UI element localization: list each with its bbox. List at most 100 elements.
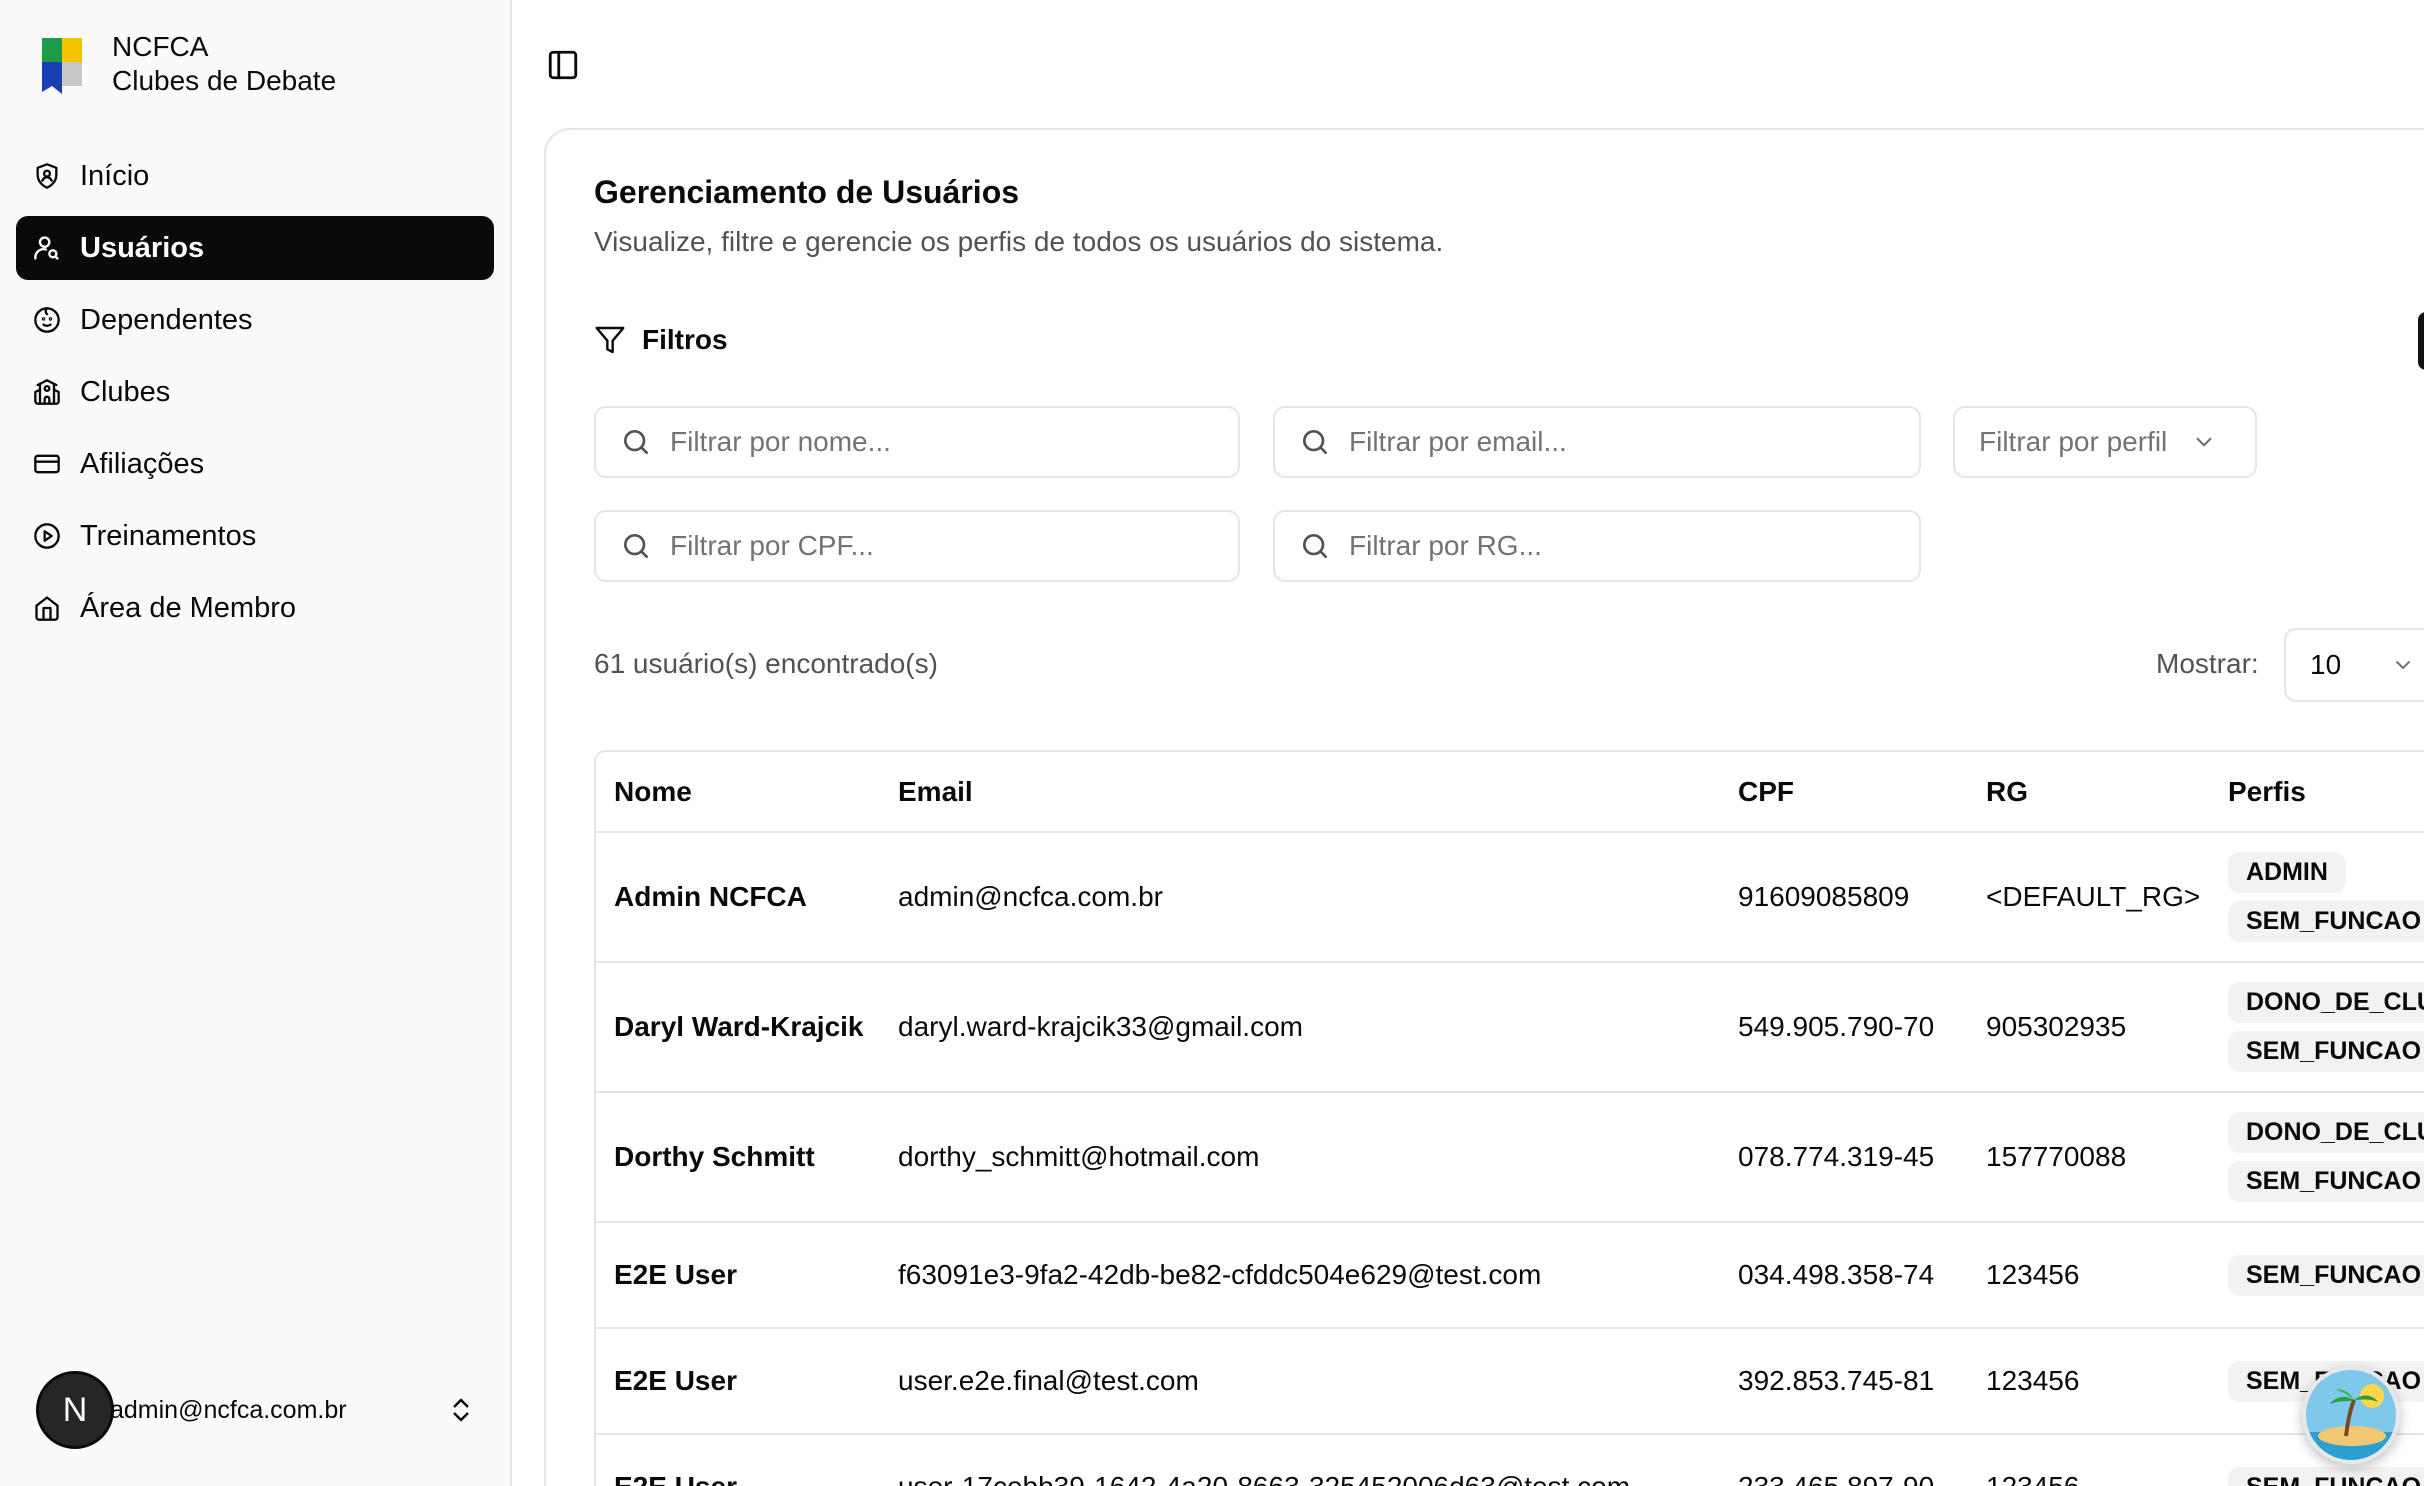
ncfca-logo-icon [42,38,82,94]
play-circle-icon [32,521,62,551]
chevrons-up-down-icon [453,1398,469,1422]
user-email: admin@ncfca.com.br [110,1395,347,1424]
shield-icon [32,161,62,191]
sidebar: NCFCA Clubes de Debate Início Usuários D… [0,0,512,1486]
name-filter-field[interactable] [594,406,1240,478]
sidebar-item-afiliacoes[interactable]: Afiliações [16,432,494,496]
profile-badge: DONO_DE_CLUBE [2228,1112,2424,1153]
cell-cpf: 392.853.745-81 [1720,1328,1968,1435]
column-header-cpf[interactable]: CPF [1720,752,1968,833]
brand-title: NCFCA [112,31,209,62]
profile-badge: SEM_FUNCAO [2228,1161,2424,1202]
cell-profiles: DONO_DE_CLUBE SEM_FUNCAO [2210,1092,2424,1223]
profile-badge: SEM_FUNCAO [2228,1254,2424,1296]
sidebar-item-dependentes[interactable]: Dependentes [16,288,494,352]
cell-rg: 123456 [1968,1222,2210,1329]
profile-badge: DONO_DE_CLUBE [2228,982,2424,1023]
cell-profiles: DONO_DE_CLUBE SEM_FUNCAO [2210,962,2424,1093]
cell-name: Daryl Ward-Krajcik [596,962,880,1093]
filter-icon [595,326,625,354]
cpf-filter-input[interactable] [670,530,1238,562]
cell-name: E2E User [596,1328,880,1435]
sidebar-item-area-de-membro[interactable]: Área de Membro [16,576,494,640]
sidebar-item-usuarios[interactable]: Usuários [16,216,494,280]
page-size-value: 10 [2310,649,2342,680]
cell-rg: 123456 [1968,1434,2210,1486]
profile-badge: SEM_FUNCAO [2228,1031,2424,1072]
chevron-down-icon [2396,661,2411,669]
table-row[interactable]: E2E User user-17cebb39-1642-4a20-8663-32… [596,1434,2424,1486]
user-search-icon [32,233,62,263]
column-header-rg[interactable]: RG [1968,752,2210,833]
brand-subtitle: Clubes de Debate [112,65,337,96]
sidebar-item-clubes[interactable]: Clubes [16,360,494,424]
cell-email: dorthy_schmitt@hotmail.com [880,1092,1720,1223]
table-row[interactable]: Admin NCFCA admin@ncfca.com.br 916090858… [596,832,2424,963]
profile-badge: SEM_FUNCAO [2228,1466,2424,1486]
cell-rg: 905302935 [1968,962,2210,1093]
cell-name: E2E User [596,1434,880,1486]
avatar: N [36,1371,114,1449]
app-root: NCFCA Clubes de Debate Início Usuários D… [0,0,2424,1486]
column-header-name[interactable]: Nome [596,752,880,833]
search-icon [624,430,648,454]
sidebar-nav: Início Usuários Dependentes Clubes Afili… [16,144,494,648]
cell-cpf: 078.774.319-45 [1720,1092,1968,1223]
user-menu[interactable]: N admin@ncfca.com.br [36,1370,476,1450]
sidebar-item-inicio[interactable]: Início [16,144,494,208]
page-description: Visualize, filtre e gerencie os perfis d… [594,226,1444,257]
profile-filter-value: Filtrar por perfil [1979,426,2168,457]
cell-email: user-17cebb39-1642-4a20-8663-325452006d6… [880,1434,1720,1486]
table-header-row: Nome Email CPF RG Perfis [596,752,2424,833]
table-row[interactable]: Dorthy Schmitt dorthy_schmitt@hotmail.co… [596,1092,2424,1223]
column-header-profiles[interactable]: Perfis [2210,752,2424,833]
profile-filter-select[interactable]: Filtrar por perfil [1953,406,2257,478]
filters-heading-label: Filtros [642,324,728,355]
table-row[interactable]: E2E User f63091e3-9fa2-42db-be82-cfddc50… [596,1222,2424,1329]
email-filter-field[interactable] [1273,406,1921,478]
baby-face-icon [32,305,62,335]
profile-badge: SEM_FUNCAO [2228,901,2424,942]
credit-card-icon [32,449,62,479]
cell-cpf: 034.498.358-74 [1720,1222,1968,1329]
rg-filter-field[interactable] [1273,510,1921,582]
sidebar-item-label: Clubes [80,375,171,408]
cell-email: daryl.ward-krajcik33@gmail.com [880,962,1720,1093]
page-size-select[interactable]: 10 [2284,628,2424,702]
cell-name: E2E User [596,1222,880,1329]
table-row[interactable]: Daryl Ward-Krajcik daryl.ward-krajcik33@… [596,962,2424,1093]
search-icon [1303,534,1327,558]
profile-badge: ADMIN [2228,852,2346,893]
results-count: 61 usuário(s) encontrado(s) [594,648,938,679]
cell-email: user.e2e.final@test.com [880,1328,1720,1435]
name-filter-input[interactable] [670,426,1238,458]
table-row[interactable]: E2E User user.e2e.final@test.com 392.853… [596,1328,2424,1435]
chevron-down-icon [2196,437,2212,447]
cell-email: admin@ncfca.com.br [880,832,1720,963]
users-table: Nome Email CPF RG Perfis Admin NCFCA adm… [594,750,2424,1486]
rg-filter-input[interactable] [1349,530,1919,562]
search-icon [1303,430,1327,454]
edge-tab[interactable] [2418,312,2424,370]
filters-heading: Filtros [594,324,728,356]
cell-name: Admin NCFCA [596,832,880,963]
cell-cpf: 91609085809 [1720,832,1968,963]
cpf-filter-field[interactable] [594,510,1240,582]
cell-rg: <DEFAULT_RG> [1968,832,2210,963]
sidebar-toggle-icon[interactable] [546,48,580,82]
sidebar-item-label: Início [80,159,150,192]
sidebar-item-treinamentos[interactable]: Treinamentos [16,504,494,568]
cell-cpf: 549.905.790-70 [1720,962,1968,1093]
cell-name: Dorthy Schmitt [596,1092,880,1223]
email-filter-input[interactable] [1349,426,1919,458]
column-header-email[interactable]: Email [880,752,1720,833]
cell-cpf: 233.465.897-90 [1720,1434,1968,1486]
brand[interactable]: NCFCA Clubes de Debate [40,30,336,98]
assistant-bubble[interactable] [2302,1366,2400,1464]
sidebar-item-label: Dependentes [80,303,253,336]
cell-rg: 157770088 [1968,1092,2210,1223]
cell-email: f63091e3-9fa2-42db-be82-cfddc504e629@tes… [880,1222,1720,1329]
sidebar-item-label: Usuários [80,231,205,264]
cell-profiles: ADMIN SEM_FUNCAO [2210,832,2424,963]
page-title: Gerenciamento de Usuários [594,174,1020,210]
